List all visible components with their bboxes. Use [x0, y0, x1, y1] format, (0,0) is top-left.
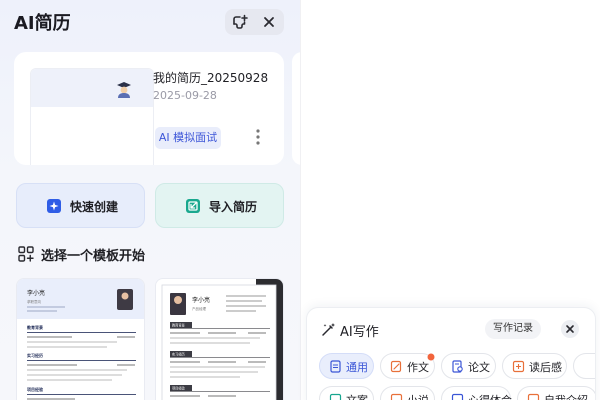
new-window-button[interactable]	[225, 9, 254, 35]
template-2-subtitle: 产品经理	[192, 306, 206, 311]
chip-general[interactable]: 通用	[319, 353, 374, 379]
import-resume-button[interactable]: 导入简历	[155, 183, 284, 228]
document-icon	[330, 360, 341, 373]
writing-history-button[interactable]: 写作记录	[485, 319, 541, 339]
chip-reflection[interactable]: 心得体会	[441, 386, 512, 400]
chip-label: 小说	[407, 392, 429, 400]
user-icon	[527, 393, 540, 400]
sparkle-create-icon	[47, 199, 61, 213]
import-resume-label: 导入简历	[209, 200, 258, 214]
close-icon	[566, 325, 574, 333]
template-2-section-2: 实习经历	[172, 352, 186, 357]
template-1-subtitle: 求职意向	[27, 299, 41, 304]
copy-icon	[329, 393, 342, 400]
chip-essay[interactable]: 作文	[380, 353, 435, 379]
section-title: 选择一个模板开始	[41, 249, 146, 264]
template-2-name: 李小亮	[192, 296, 210, 304]
resume-name: 我的简历_20250928	[153, 71, 269, 85]
chip-copywriting[interactable]: 文案	[319, 386, 374, 400]
heart-icon	[451, 393, 464, 400]
template-card-2[interactable]: 李小亮 产品经理 教育背景 实习经历 项目经验	[155, 278, 284, 400]
quick-create-label: 快速创建	[70, 200, 119, 214]
chip-self-intro[interactable]: 自我介绍	[517, 386, 595, 400]
ai-interview-button[interactable]: AI 模拟面试	[155, 127, 221, 149]
ai-write-title: AI写作	[340, 325, 379, 340]
hot-badge-icon	[427, 353, 435, 361]
chip-label: 论文	[468, 361, 490, 374]
chip-label: 通用	[346, 361, 368, 374]
novel-icon	[390, 393, 403, 400]
chip-label: 心得体会	[468, 392, 512, 400]
chip-reading-notes[interactable]: 读后感	[502, 353, 567, 379]
template-2-section-3: 项目经验	[172, 386, 186, 391]
close-icon	[264, 17, 274, 27]
chip-novel[interactable]: 小说	[380, 386, 435, 400]
top-actions-group	[225, 9, 284, 35]
resume-panel: AI简历 我的简历_20250928 2025-09-28 AI 模拟面试 快速…	[0, 0, 300, 400]
resume-date: 2025-09-28	[153, 89, 217, 102]
new-window-icon	[233, 14, 248, 29]
top-bar: AI简历	[0, 0, 300, 44]
chip-label: 文案	[346, 392, 368, 400]
grid-plus-icon	[18, 246, 34, 262]
magic-pen-icon	[322, 323, 335, 336]
quick-create-button[interactable]: 快速创建	[16, 183, 145, 228]
template-section-header: 选择一个模板开始	[18, 244, 288, 264]
close-button[interactable]	[255, 9, 284, 35]
more-vertical-icon	[256, 129, 260, 145]
template-preview-2: 李小亮 产品经理 教育背景 实习经历 项目经验	[161, 279, 283, 400]
graduate-avatar-icon	[117, 82, 131, 98]
template-2-section-1: 教育背景	[172, 323, 185, 328]
template-card-1[interactable]: 李小亮 求职意向 教育背景 实习经历 项目经验	[16, 278, 145, 400]
template-1-name: 李小亮	[27, 289, 45, 297]
template-1-section-2: 实习经历	[27, 352, 43, 358]
ai-panel-close-button[interactable]	[561, 320, 579, 338]
more-options-button[interactable]	[252, 127, 264, 147]
ai-write-panel: AI写作 写作记录 通用 作文 论文 读后感	[306, 307, 596, 400]
resume-thumbnail[interactable]	[30, 68, 154, 165]
chip-paper[interactable]: 论文	[441, 353, 496, 379]
template-preview-1: 李小亮 求职意向 教育背景 实习经历 项目经验	[17, 279, 144, 400]
chip-label: 读后感	[529, 361, 562, 374]
next-card-peek	[292, 52, 300, 165]
import-icon	[186, 199, 200, 213]
paper-icon	[452, 360, 463, 373]
thumbnail-header	[31, 69, 153, 107]
pen-icon	[390, 360, 402, 373]
book-icon	[512, 360, 525, 373]
app-title: AI简历	[14, 13, 71, 34]
chip-label: 作文	[407, 361, 429, 374]
template-1-section-3: 项目经验	[27, 386, 44, 392]
template-1-section-1: 教育背景	[26, 324, 43, 330]
chip-overflow[interactable]	[573, 353, 595, 379]
chip-label: 自我介绍	[544, 392, 588, 400]
